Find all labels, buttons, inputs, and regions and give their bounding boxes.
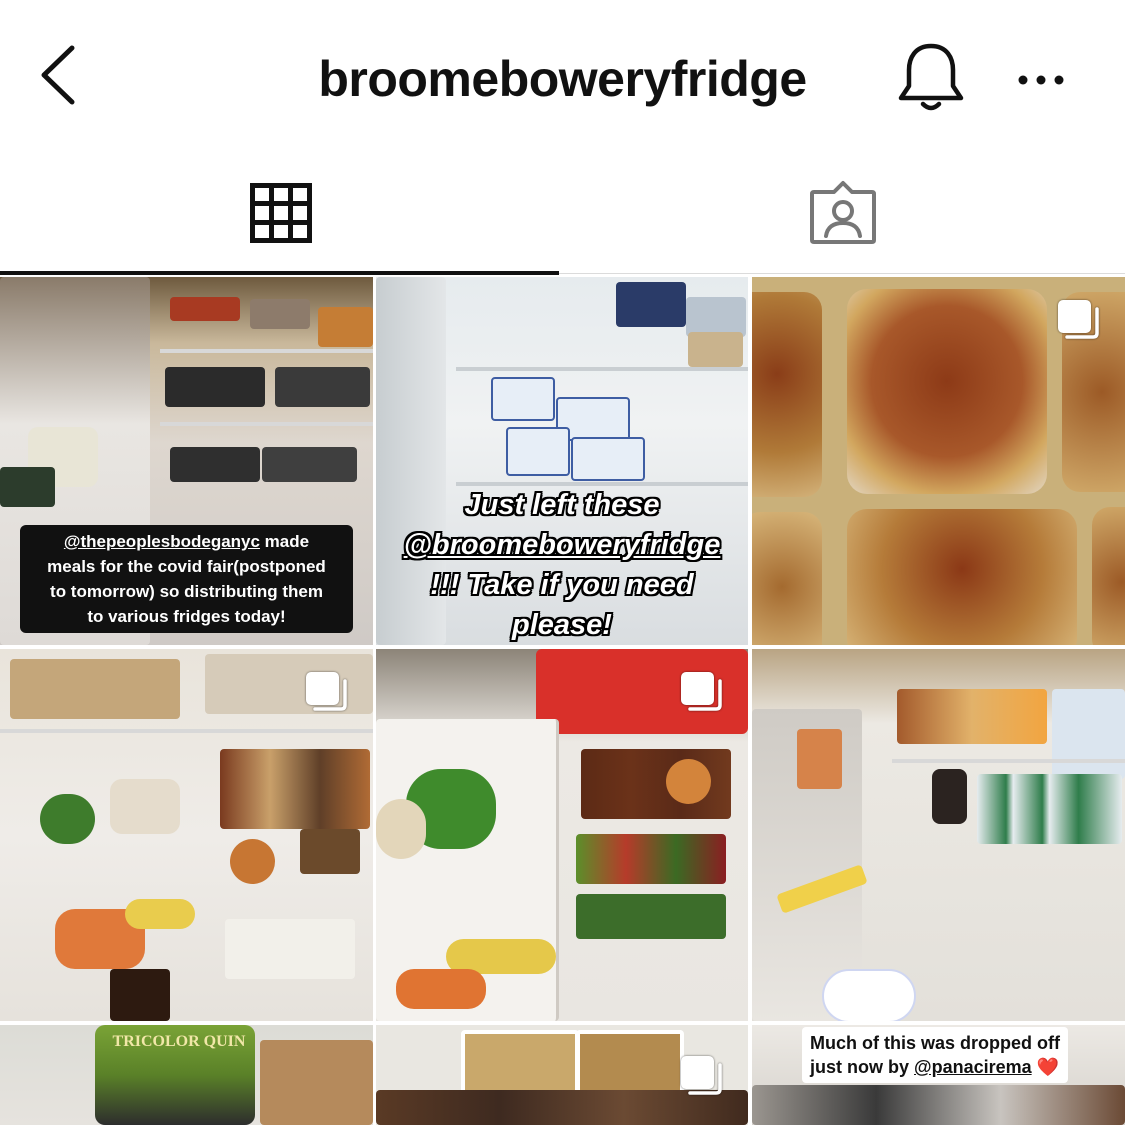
caption-text: to various fridges today! xyxy=(87,607,286,626)
caption-line: @broomeboweryfridge xyxy=(376,525,748,565)
caption-text: Just left these xyxy=(464,489,660,521)
multiple-images-icon xyxy=(678,669,724,715)
profile-header: broomeboweryfridge xyxy=(0,0,1125,160)
package-label: TRICOLOR QUIN xyxy=(112,1033,246,1050)
caption-text: Much of this was dropped off xyxy=(810,1033,1060,1053)
caption-text: please! xyxy=(512,609,612,641)
caption-text: !!! Take if you need xyxy=(430,569,694,601)
caption-text: just now by xyxy=(810,1057,915,1077)
caption-line: to tomorrow) so distributing them xyxy=(28,579,345,604)
multiple-images-icon xyxy=(1055,297,1101,343)
more-horizontal-icon xyxy=(1018,75,1064,85)
post-thumbnail[interactable] xyxy=(376,649,748,1021)
caption-text: meals for the covid fair(postponed xyxy=(47,557,326,576)
caption-text: to tomorrow) so distributing them xyxy=(50,582,323,601)
grid-icon xyxy=(250,183,312,243)
tab-tagged[interactable] xyxy=(562,160,1124,277)
post-image: TRICOLOR QUIN xyxy=(0,1025,373,1125)
tagged-person-icon xyxy=(810,181,876,244)
post-thumbnail[interactable]: Just left these @broomeboweryfridge !!! Ta… xyxy=(376,277,748,645)
post-thumbnail[interactable] xyxy=(752,649,1125,1021)
caption-line: @thepeoplesbodeganyc made xyxy=(28,529,345,554)
notifications-button[interactable] xyxy=(895,40,967,116)
caption-line: Much of this was dropped off xyxy=(810,1031,1060,1055)
post-thumbnail[interactable]: @thepeoplesbodeganyc made meals for the c… xyxy=(0,277,373,645)
post-thumbnail[interactable] xyxy=(0,649,373,1021)
caption-line: just now by @panacirema ❤️ xyxy=(810,1055,1060,1079)
post-caption-overlay: Much of this was dropped off just now by … xyxy=(802,1027,1068,1083)
caption-text: made xyxy=(259,532,310,551)
caption-mention: @panacirema xyxy=(914,1057,1032,1077)
active-tab-indicator xyxy=(0,271,559,275)
caption-line: !!! Take if you need xyxy=(376,565,748,605)
post-caption-overlay: @thepeoplesbodeganyc made meals for the c… xyxy=(20,525,353,633)
caption-line: Just left these xyxy=(376,485,748,525)
post-thumbnail[interactable]: Much of this was dropped off just now by … xyxy=(752,1025,1125,1125)
multiple-images-icon xyxy=(678,1053,724,1099)
multiple-images-icon xyxy=(303,669,349,715)
caption-line: please! xyxy=(376,605,748,645)
caption-mention: @thepeoplesbodeganyc xyxy=(63,532,260,551)
caption-text: ❤️ xyxy=(1031,1057,1060,1077)
post-thumbnail[interactable] xyxy=(752,277,1125,645)
tab-divider xyxy=(559,273,1125,274)
post-image xyxy=(752,649,1125,1021)
posts-grid: @thepeoplesbodeganyc made meals for the c… xyxy=(0,277,1125,1125)
more-options-button[interactable] xyxy=(1015,60,1070,100)
post-thumbnail[interactable]: TRICOLOR QUIN xyxy=(0,1025,373,1125)
caption-mention: @broomeboweryfridge xyxy=(403,529,721,561)
post-thumbnail[interactable] xyxy=(376,1025,748,1125)
post-caption-overlay: Just left these @broomeboweryfridge !!! Ta… xyxy=(376,485,748,645)
caption-line: meals for the covid fair(postponed xyxy=(28,554,345,579)
caption-line: to various fridges today! xyxy=(28,604,345,629)
tab-posts-grid[interactable] xyxy=(0,160,562,277)
bell-icon xyxy=(898,43,964,111)
profile-tabs xyxy=(0,160,1125,277)
